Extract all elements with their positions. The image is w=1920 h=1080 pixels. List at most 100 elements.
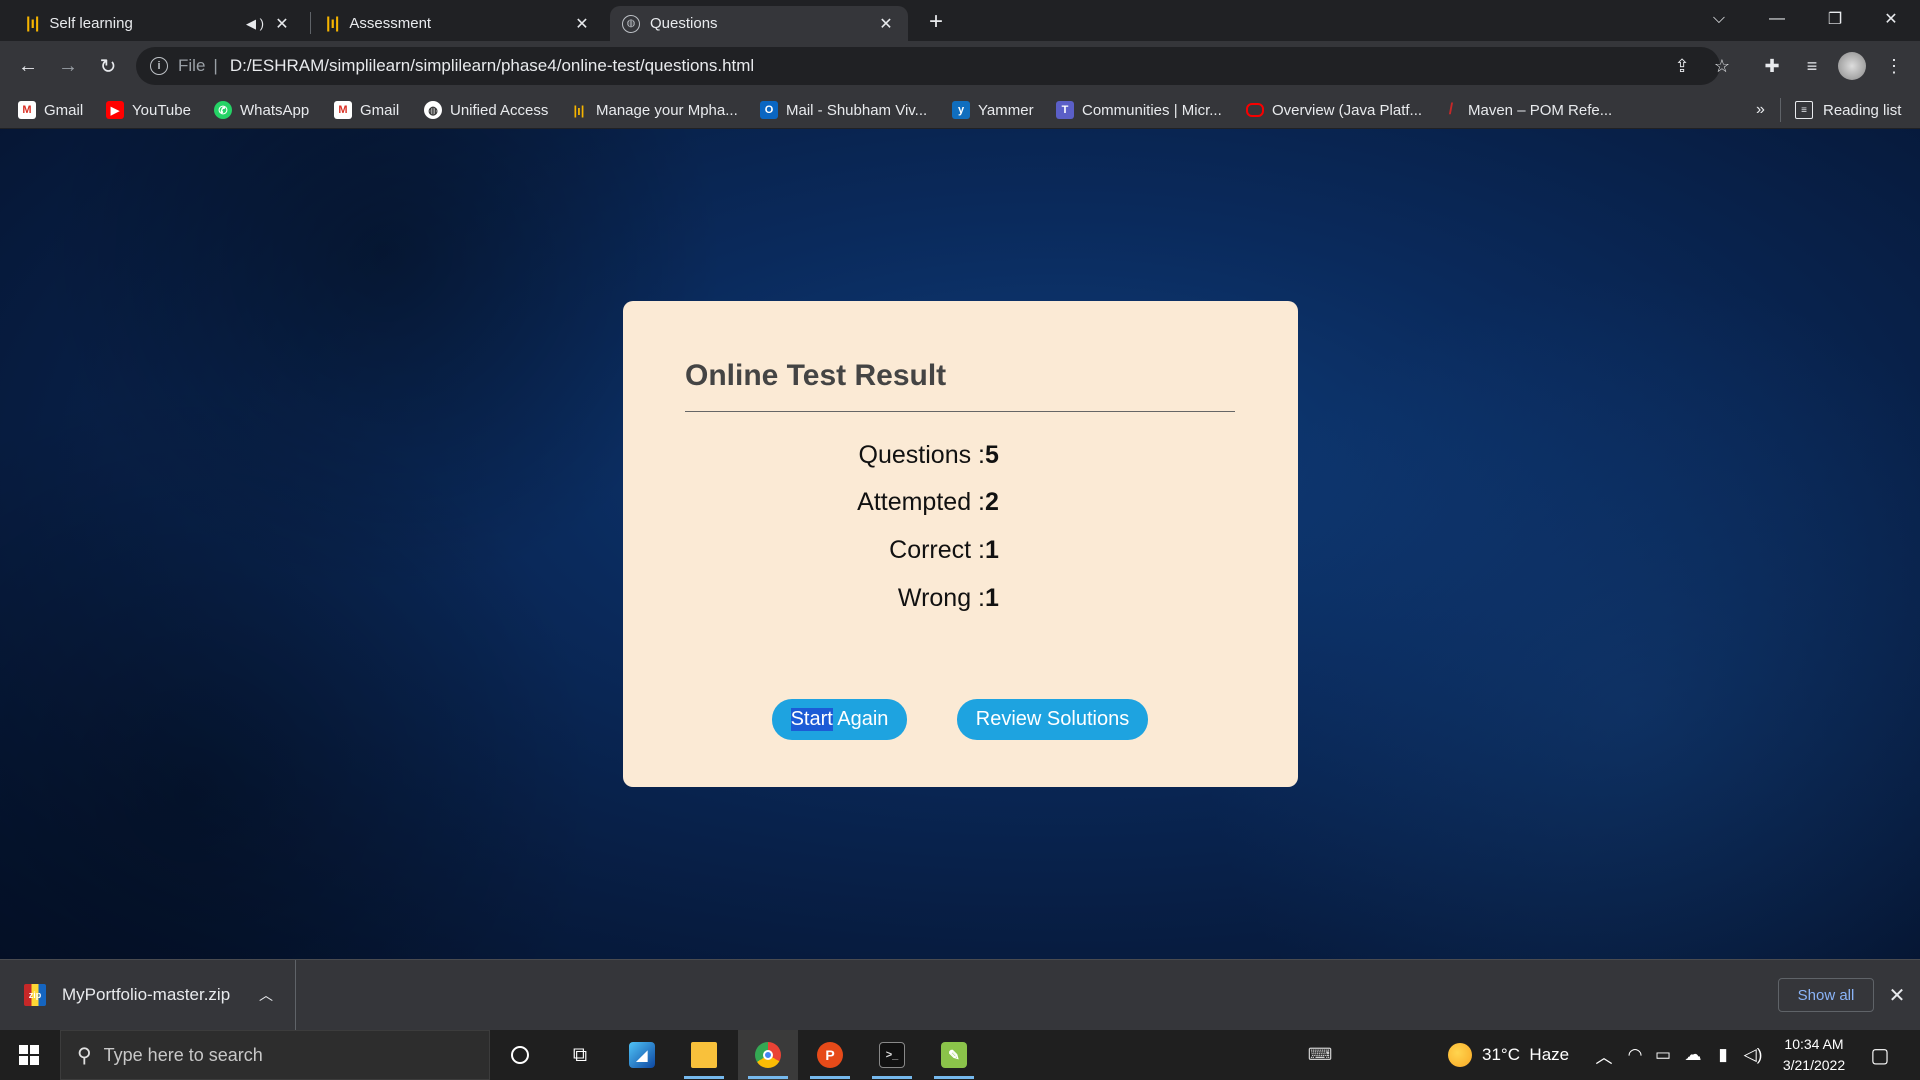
bookmark-communities[interactable]: T Communities | Micr... bbox=[1056, 98, 1222, 122]
close-window-icon[interactable]: ✕ bbox=[1862, 0, 1920, 38]
stat-label: Questions : bbox=[858, 441, 985, 469]
url-text[interactable]: D:/ESHRAM/simplilearn/simplilearn/phase4… bbox=[230, 56, 754, 76]
stat-value: 1 bbox=[985, 536, 999, 564]
address-bar[interactable]: i File | D:/ESHRAM/simplilearn/simplilea… bbox=[136, 47, 1720, 85]
bookmark-label: Mail - Shubham Viv... bbox=[786, 101, 928, 119]
file-explorer-icon[interactable] bbox=[674, 1030, 734, 1080]
search-icon: ⚲ bbox=[77, 1044, 92, 1067]
onedrive-cloud-icon[interactable]: ☁ bbox=[1682, 1030, 1704, 1080]
review-solutions-button[interactable]: Review Solutions bbox=[957, 699, 1148, 740]
teams-icon: T bbox=[1056, 101, 1074, 119]
volume-icon[interactable]: ◁) bbox=[1742, 1030, 1764, 1080]
whatsapp-icon: ✆ bbox=[214, 101, 232, 119]
reload-icon[interactable]: ↻ bbox=[92, 50, 124, 82]
bookmark-gmail-2[interactable]: M Gmail bbox=[334, 98, 399, 122]
bookmark-java-overview[interactable]: Overview (Java Platf... bbox=[1246, 98, 1422, 122]
cortana-circle-icon[interactable] bbox=[490, 1030, 550, 1080]
close-tab-icon[interactable]: ✕ bbox=[272, 14, 292, 34]
tab-questions[interactable]: ◍ Questions ✕ bbox=[610, 6, 908, 41]
stat-value: 2 bbox=[985, 488, 999, 516]
stat-questions: Questions : 5 bbox=[685, 441, 1235, 470]
close-download-bar-icon[interactable]: ✕ bbox=[1884, 982, 1910, 1008]
button-label: Review Solutions bbox=[975, 708, 1130, 730]
close-tab-icon[interactable]: ✕ bbox=[572, 14, 592, 34]
task-view-icon[interactable]: ⧉ bbox=[550, 1030, 610, 1080]
speaker-muted-icon[interactable]: ◀ ) bbox=[246, 16, 264, 32]
notepad-plus-icon[interactable]: ✎ bbox=[924, 1030, 984, 1080]
bookmark-label: Unified Access bbox=[450, 101, 549, 119]
tab-search-chevron-icon[interactable]: ⌵ bbox=[1690, 0, 1748, 38]
star-bookmark-icon[interactable]: ☆ bbox=[1706, 50, 1738, 82]
kebab-menu-icon[interactable]: ⋮ bbox=[1878, 50, 1910, 82]
bar-chart-icon: |ı| bbox=[26, 14, 40, 32]
taskbar-search[interactable]: ⚲ Type here to search bbox=[60, 1030, 490, 1080]
tab-self-learning[interactable]: |ı| Self learning ◀ ) ✕ bbox=[14, 6, 304, 41]
chevron-up-icon[interactable]: ︿ bbox=[259, 985, 273, 1005]
bookmark-gmail[interactable]: M Gmail bbox=[18, 98, 83, 122]
yammer-icon: y bbox=[952, 101, 970, 119]
battery-icon[interactable]: ▮ bbox=[1712, 1030, 1734, 1080]
system-clock[interactable]: 10:34 AM 3/21/2022 bbox=[1768, 1034, 1860, 1076]
wifi-icon[interactable]: ◠ bbox=[1624, 1030, 1646, 1080]
meet-now-icon[interactable]: ▭ bbox=[1652, 1030, 1674, 1080]
notification-center-icon[interactable]: ▢ bbox=[1866, 1030, 1894, 1080]
reading-list-label: Reading list bbox=[1823, 101, 1902, 119]
youtube-icon: ▶ bbox=[106, 101, 124, 119]
tab-assessment[interactable]: |ı| Assessment ✕ bbox=[314, 6, 604, 41]
reading-list-icon: ≡ bbox=[1795, 101, 1813, 119]
bookmark-yammer[interactable]: y Yammer bbox=[952, 98, 1034, 122]
bookmark-label: WhatsApp bbox=[240, 101, 310, 119]
download-bar: zip MyPortfolio-master.zip ︿ Show all ✕ bbox=[0, 959, 1920, 1030]
stat-value: 1 bbox=[985, 584, 999, 612]
stat-label: Attempted : bbox=[857, 488, 985, 516]
windows-logo-icon bbox=[19, 1045, 39, 1065]
bookmark-label: YouTube bbox=[132, 101, 191, 119]
back-arrow-icon[interactable]: ← bbox=[12, 50, 44, 82]
show-all-button[interactable]: Show all bbox=[1778, 978, 1874, 1012]
title-divider bbox=[685, 411, 1235, 412]
bookmark-youtube[interactable]: ▶ YouTube bbox=[106, 98, 191, 122]
tab-label: Self learning bbox=[49, 15, 133, 32]
profile-avatar[interactable] bbox=[1836, 50, 1868, 82]
page-title: Online Test Result bbox=[685, 359, 947, 392]
app-azure-data-studio-icon[interactable]: ◢ bbox=[612, 1030, 672, 1080]
os-taskbar: ⚲ Type here to search ⧉ ◢ P >_ ✎ ⌨ 31°C … bbox=[0, 1030, 1920, 1080]
more-bookmarks-chevron: » bbox=[1756, 101, 1765, 118]
start-button[interactable] bbox=[0, 1030, 58, 1080]
bookmark-unified-access[interactable]: ◍ Unified Access bbox=[424, 98, 548, 122]
scheme-separator: | bbox=[213, 56, 218, 75]
reading-list-button[interactable]: ≡ Reading list bbox=[1780, 98, 1901, 122]
bookmark-label: Gmail bbox=[44, 101, 84, 119]
bookmark-maven-pom[interactable]: / Maven – POM Refe... bbox=[1442, 98, 1612, 122]
restore-icon[interactable]: ❐ bbox=[1806, 0, 1864, 38]
chrome-icon[interactable] bbox=[738, 1030, 798, 1080]
extensions-puzzle-icon[interactable]: ✚ bbox=[1756, 50, 1788, 82]
media-queue-icon[interactable]: ≡ bbox=[1796, 50, 1828, 82]
bookmark-mail-shubham[interactable]: O Mail - Shubham Viv... bbox=[760, 98, 927, 122]
gmail-icon: M bbox=[18, 101, 36, 119]
terminal-icon[interactable]: >_ bbox=[862, 1030, 922, 1080]
show-hidden-icons-chevron-icon[interactable]: ︿ bbox=[1594, 1030, 1614, 1080]
bookmark-whatsapp[interactable]: ✆ WhatsApp bbox=[214, 98, 309, 122]
stat-attempted: Attempted : 2 bbox=[685, 488, 1235, 517]
start-again-button[interactable]: Start Again bbox=[772, 699, 907, 740]
forward-arrow-icon[interactable]: → bbox=[52, 50, 84, 82]
haze-sun-icon bbox=[1448, 1043, 1472, 1067]
info-icon[interactable]: i bbox=[150, 57, 168, 75]
minimize-icon[interactable]: — bbox=[1748, 0, 1806, 38]
maven-feather-icon: / bbox=[1448, 101, 1454, 118]
bookmark-label: Yammer bbox=[978, 101, 1034, 119]
close-tab-icon[interactable]: ✕ bbox=[876, 14, 896, 34]
globe-icon: ◍ bbox=[424, 101, 442, 119]
postman-icon[interactable]: P bbox=[800, 1030, 860, 1080]
page-viewport: Online Test Result Questions : 5 Attempt… bbox=[0, 129, 1920, 959]
download-item[interactable]: zip MyPortfolio-master.zip ︿ bbox=[0, 960, 296, 1030]
selected-text: Start bbox=[790, 708, 833, 731]
more-bookmarks-button[interactable]: » bbox=[1756, 98, 1765, 122]
weather-widget[interactable]: 31°C Haze bbox=[1448, 1030, 1569, 1080]
share-icon[interactable]: ⇪ bbox=[1666, 50, 1698, 82]
keyboard-icon[interactable]: ⌨ bbox=[1308, 1030, 1333, 1080]
new-tab-icon[interactable]: + bbox=[922, 8, 950, 36]
bookmark-manage-mphasis[interactable]: |ı| Manage your Mpha... bbox=[570, 98, 738, 122]
browser-toolbar: ← → ↻ i File | D:/ESHRAM/simplilearn/sim… bbox=[0, 41, 1920, 91]
